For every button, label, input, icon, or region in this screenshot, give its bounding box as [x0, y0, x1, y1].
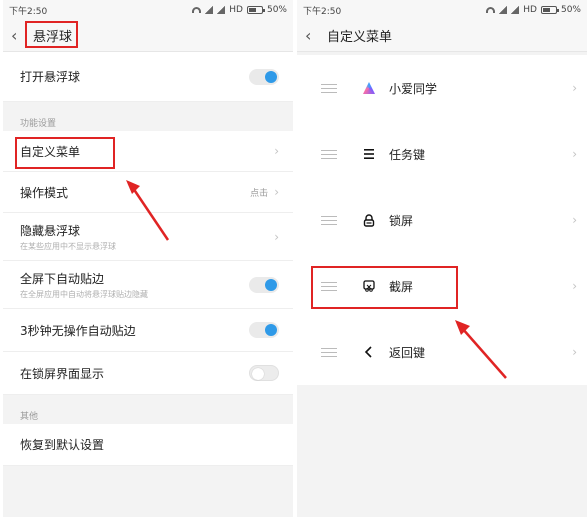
- row-sublabel: 在某些应用中不显示悬浮球: [20, 241, 116, 251]
- toggle-knob: [265, 70, 277, 83]
- lockscreen-show-toggle[interactable]: [249, 365, 279, 381]
- lock-icon: [361, 212, 377, 228]
- toggle-knob: [265, 278, 277, 291]
- row-label: 隐藏悬浮球: [20, 223, 81, 238]
- signal-icon-2: [217, 6, 226, 14]
- xiaoai-icon: [361, 80, 377, 96]
- status-icons: HD 50%: [192, 5, 287, 15]
- chevron-right-icon: ›: [572, 279, 577, 293]
- drag-handle-icon[interactable]: [321, 83, 337, 93]
- row-sublabel: 在全屏应用中自动将悬浮球贴边隐藏: [20, 289, 148, 299]
- title-bar: ‹ 自定义菜单: [297, 20, 587, 52]
- row-label: 操作模式: [20, 185, 69, 200]
- signal-icon-2: [511, 6, 520, 14]
- wifi-icon: [486, 7, 496, 13]
- operation-mode-row[interactable]: 操作模式 点击 ›: [3, 172, 293, 213]
- chevron-right-icon: ›: [274, 144, 279, 158]
- custom-menu-screen: 下午2:50 HD 50% ‹ 自定义菜单 小爱同学 › 任务键 › 锁屏 › …: [297, 0, 587, 517]
- idle-auto-edge-row[interactable]: 3秒钟无操作自动贴边: [3, 309, 293, 352]
- fullscreen-auto-edge-row[interactable]: 全屏下自动贴边 在全屏应用中自动将悬浮球贴边隐藏: [3, 261, 293, 309]
- fullscreen-auto-edge-toggle[interactable]: [249, 276, 279, 293]
- screenshot-highlight-box: [311, 266, 458, 309]
- open-floating-ball-toggle[interactable]: [249, 68, 279, 85]
- idle-auto-edge-toggle[interactable]: [249, 322, 279, 338]
- network-type: HD: [229, 5, 243, 15]
- menu-item-task-key[interactable]: 任务键 ›: [297, 121, 587, 187]
- row-label: 恢复到默认设置: [20, 438, 105, 452]
- status-icons: HD 50%: [486, 5, 581, 15]
- section-header-function: 功能设置: [20, 119, 57, 129]
- row-right: 点击 ›: [250, 185, 279, 199]
- chevron-right-icon: ›: [572, 147, 577, 161]
- chevron-right-icon: ›: [572, 213, 577, 227]
- menu-item-xiaoai[interactable]: 小爱同学 ›: [297, 55, 587, 121]
- menu-item-lock[interactable]: 锁屏 ›: [297, 187, 587, 253]
- reset-defaults-row[interactable]: 恢复到默认设置: [3, 424, 293, 466]
- back-chevron-icon[interactable]: ‹: [305, 27, 321, 44]
- status-bar: 下午2:50 HD 50%: [297, 0, 587, 20]
- row-label: 在锁屏界面显示: [20, 366, 105, 381]
- lockscreen-show-row[interactable]: 在锁屏界面显示: [3, 352, 293, 395]
- drag-handle-icon[interactable]: [321, 215, 337, 225]
- floating-ball-settings-screen: 下午2:50 HD 50% ‹ 悬浮球 打开悬浮球 功能设置 自定义菜单 › 操…: [3, 0, 293, 517]
- menu-item-label: 返回键: [389, 345, 426, 360]
- chevron-right-icon: ›: [572, 81, 577, 95]
- chevron-right-icon: ›: [572, 345, 577, 359]
- battery-icon: [540, 6, 559, 14]
- wifi-icon: [192, 7, 202, 13]
- chevron-right-icon: ›: [274, 185, 279, 199]
- status-time: 下午2:50: [9, 6, 48, 17]
- custom-menu-list: 小爱同学 › 任务键 › 锁屏 › 截屏 › 返回键 ›: [297, 55, 587, 385]
- status-bar: 下午2:50 HD 50%: [3, 0, 293, 20]
- row-main: 隐藏悬浮球 在某些应用中不显示悬浮球: [20, 222, 116, 252]
- row-label: 打开悬浮球: [20, 70, 81, 84]
- menu-item-label: 锁屏: [389, 213, 414, 228]
- drag-handle-icon[interactable]: [321, 347, 337, 357]
- battery-icon: [246, 6, 265, 14]
- network-type: HD: [523, 5, 537, 15]
- status-time: 下午2:50: [303, 6, 342, 17]
- row-label: 全屏下自动贴边: [20, 271, 105, 286]
- menu-lines-icon: [361, 146, 377, 162]
- menu-item-label: 小爱同学: [389, 81, 438, 96]
- chevron-right-icon: ›: [274, 229, 279, 244]
- hide-floating-ball-row[interactable]: 隐藏悬浮球 在某些应用中不显示悬浮球 ›: [3, 213, 293, 261]
- row-label: 3秒钟无操作自动贴边: [20, 323, 136, 338]
- drag-handle-icon[interactable]: [321, 149, 337, 159]
- battery-percent: 50%: [266, 5, 287, 15]
- menu-item-back[interactable]: 返回键 ›: [297, 319, 587, 385]
- toggle-knob: [252, 368, 264, 380]
- menu-item-label: 任务键: [389, 147, 426, 162]
- battery-percent: 50%: [560, 5, 581, 15]
- signal-icon: [499, 6, 508, 14]
- toggle-knob: [265, 324, 277, 336]
- row-main: 全屏下自动贴边 在全屏应用中自动将悬浮球贴边隐藏: [20, 270, 148, 300]
- title-highlight-box: [25, 21, 78, 48]
- row-value: 点击: [250, 188, 269, 199]
- open-floating-ball-row[interactable]: 打开悬浮球: [3, 52, 293, 102]
- signal-icon: [205, 6, 214, 14]
- back-arrow-icon: [361, 344, 377, 360]
- custom-menu-highlight-box: [15, 137, 115, 169]
- page-title: 自定义菜单: [327, 30, 393, 45]
- section-header-other: 其他: [20, 412, 39, 422]
